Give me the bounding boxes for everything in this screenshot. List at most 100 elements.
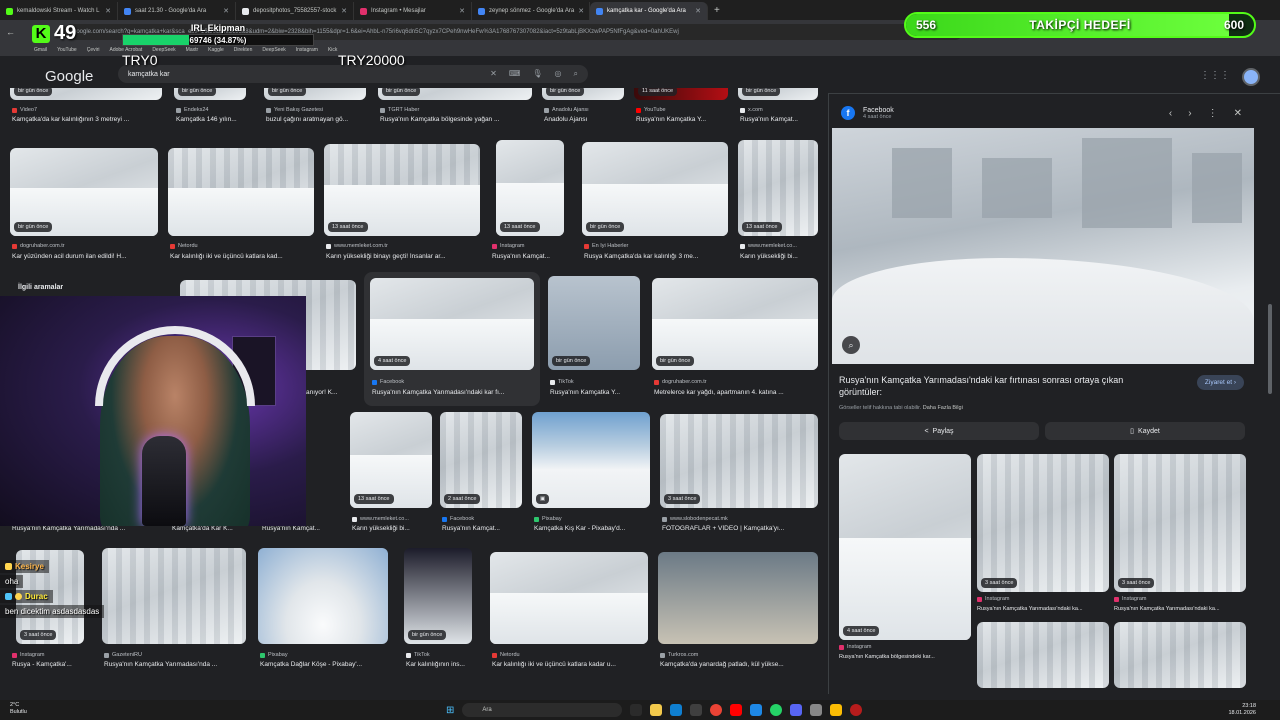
result-image[interactable]: bir gün önce bbox=[738, 88, 818, 100]
chevron-right-icon[interactable]: › bbox=[1188, 108, 1191, 119]
store-icon[interactable] bbox=[690, 704, 703, 716]
close-icon[interactable]: ✕ bbox=[223, 7, 229, 15]
microphone-icon[interactable]: 🎙 bbox=[532, 69, 542, 79]
lens-icon[interactable]: ◎ bbox=[555, 69, 562, 79]
result-title[interactable]: Kar kalınlığının ins... bbox=[406, 661, 476, 668]
close-icon[interactable]: ✕ bbox=[341, 7, 347, 15]
related-image[interactable]: 3 saat önce bbox=[1114, 454, 1246, 592]
close-icon[interactable]: ✕ bbox=[459, 7, 465, 15]
learn-more-link[interactable]: Daha Fazla Bilgi bbox=[923, 405, 963, 411]
result-image[interactable]: 13 saat önce bbox=[324, 144, 480, 236]
google-logo[interactable]: Google bbox=[45, 68, 93, 85]
obs-icon[interactable] bbox=[850, 704, 863, 716]
preview-title[interactable]: Rusya'nın Kamçatka Yarımadası'ndaki kar … bbox=[839, 374, 1159, 398]
chrome-icon[interactable] bbox=[710, 704, 723, 716]
result-image[interactable]: bir gün önce bbox=[582, 142, 728, 236]
result-title[interactable]: Kamçatka Dağlar Köşe - Pixabay'... bbox=[260, 661, 388, 668]
result-title[interactable]: Rusya'nın Kamçatka Y... bbox=[636, 116, 730, 123]
result-title[interactable]: FOTOĞRAFLAR + VİDEO | Kamçatka'yı... bbox=[662, 525, 818, 532]
result-image[interactable]: 2 saat önce bbox=[440, 412, 522, 508]
result-title[interactable]: Rusya'nın Kamçat... bbox=[740, 116, 820, 123]
close-icon[interactable]: ✕ bbox=[105, 7, 111, 15]
edge-icon[interactable] bbox=[670, 704, 683, 716]
app-icon[interactable] bbox=[810, 704, 823, 716]
bookmark-deepseek-2[interactable]: DeepSeek bbox=[262, 47, 285, 53]
page-scrollbar[interactable] bbox=[1260, 94, 1280, 700]
chevron-left-icon[interactable]: ‹ bbox=[1169, 108, 1172, 119]
result-image[interactable] bbox=[258, 548, 388, 644]
tab-google-saat[interactable]: saat 21.30 - Google'da Ara ✕ bbox=[118, 2, 236, 20]
result-title[interactable]: Anadolu Ajansı bbox=[544, 116, 628, 123]
result-title[interactable]: Rusya'nın Kamçatka Yarımadası'nda ... bbox=[12, 525, 164, 532]
related-image[interactable] bbox=[977, 622, 1109, 688]
tab-kick-stream[interactable]: kemaldowski Stream - Watch L ✕ bbox=[0, 2, 118, 20]
result-image[interactable]: bir gün önce bbox=[264, 88, 366, 100]
result-title[interactable]: Rusya'nın Kamçat... bbox=[262, 525, 342, 532]
back-arrow-icon[interactable]: ← bbox=[6, 27, 15, 37]
result-image[interactable]: bir gün önce bbox=[378, 88, 532, 100]
result-image[interactable]: bir gün önce bbox=[652, 278, 818, 370]
result-title[interactable]: Rusya - Kamçatka'... bbox=[12, 661, 92, 668]
search-icon[interactable]: ⌕ bbox=[574, 69, 578, 79]
result-title[interactable]: Rusya'nın Kamçatka Yarımadası'nda ... bbox=[104, 661, 246, 668]
result-image[interactable]: 4 saat önce bbox=[370, 278, 534, 370]
result-title[interactable]: Kamçatka Kış Kar - Pixabay'd... bbox=[534, 525, 652, 532]
related-image[interactable]: 3 saat önce bbox=[977, 454, 1109, 592]
app-icon[interactable] bbox=[750, 704, 763, 716]
result-title[interactable]: Rusya'nın Kamçatka bölgesinde yağan ... bbox=[380, 116, 532, 123]
avatar[interactable] bbox=[1242, 68, 1260, 86]
related-image[interactable]: 4 saat önce bbox=[839, 454, 971, 640]
result-title[interactable]: Karın yüksekliği bi... bbox=[352, 525, 436, 532]
bookmark-youtube[interactable]: YouTube bbox=[57, 47, 77, 53]
taskbar-search[interactable]: Ara bbox=[462, 703, 623, 717]
result-image[interactable]: 3 saat önce bbox=[660, 414, 818, 508]
windows-start-icon[interactable]: ⊞ bbox=[446, 705, 454, 716]
result-title[interactable]: anıyor! K... bbox=[306, 389, 356, 396]
result-title[interactable]: Rusya'nın Kamçatka Y... bbox=[550, 389, 640, 396]
more-vert-icon[interactable]: ⋮ bbox=[1208, 108, 1218, 119]
result-image[interactable]: bir gün önce bbox=[174, 88, 246, 100]
apps-grid-icon[interactable]: ⋮⋮⋮ bbox=[1200, 70, 1230, 81]
result-title[interactable]: Karın yüksekliği bi... bbox=[740, 253, 820, 260]
tab-instagram[interactable]: Instagram • Mesajlar ✕ bbox=[354, 2, 472, 20]
result-title[interactable]: Rusya'nın Kamçat... bbox=[442, 525, 526, 532]
bookmark-kaggle[interactable]: Kaggle bbox=[208, 47, 224, 53]
close-icon[interactable]: ✕ bbox=[1234, 108, 1242, 119]
result-image[interactable]: 11 saat önce bbox=[634, 88, 728, 100]
result-title[interactable]: Rusya Kamçatka'da kar kalınlığı 3 me... bbox=[584, 253, 730, 260]
result-image[interactable]: 13 saat önce bbox=[738, 140, 818, 236]
result-image[interactable] bbox=[490, 552, 648, 644]
result-image[interactable]: ▣ bbox=[532, 412, 650, 508]
keyboard-icon[interactable]: ⌨ bbox=[509, 69, 521, 79]
result-title[interactable]: Kar yüzünden acil durum ilan edildi! H..… bbox=[12, 253, 160, 260]
tab-google-zeynep[interactable]: zeynep sönmez - Google'da Ara ✕ bbox=[472, 2, 590, 20]
result-image[interactable]: bir gün önce bbox=[548, 276, 640, 370]
file-explorer-icon[interactable] bbox=[650, 704, 663, 716]
whatsapp-icon[interactable] bbox=[770, 704, 783, 716]
preview-source[interactable]: Facebook bbox=[863, 107, 894, 114]
bookmark-kick[interactable]: Kick bbox=[328, 47, 337, 53]
save-button[interactable]: ▯ Kaydet bbox=[1045, 422, 1245, 440]
result-title[interactable]: Metrelerce kar yağdı, apartmanın 4. katı… bbox=[654, 389, 818, 396]
discord-icon[interactable] bbox=[790, 704, 803, 716]
bookmark-direkten[interactable]: Direkten bbox=[234, 47, 253, 53]
result-title[interactable]: Kar kalınlığı iki ve üçüncü katlara kad.… bbox=[170, 253, 316, 260]
lens-search-icon[interactable]: ⌕ bbox=[842, 336, 860, 354]
related-image[interactable] bbox=[1114, 622, 1246, 688]
related-title[interactable]: Rusya'nın Kamçatka Yarımadası'ndaki ka..… bbox=[1114, 606, 1246, 612]
visit-button[interactable]: Ziyaret et › bbox=[1196, 375, 1244, 390]
preview-image[interactable]: ⌕ bbox=[832, 128, 1254, 364]
related-title[interactable]: Rusya'nın Kamçatka bölgesindeki kar... bbox=[839, 654, 971, 660]
system-clock[interactable]: 23:18 18.01.2026 bbox=[1228, 703, 1256, 717]
result-title[interactable]: Rusya'nın Kamçatka Yarımadası'ndaki kar … bbox=[372, 389, 532, 396]
tab-google-kamcatka[interactable]: kamçatka kar - Google'da Ara ✕ bbox=[590, 2, 708, 20]
close-icon[interactable]: ✕ bbox=[578, 7, 584, 15]
result-title[interactable]: Kamçatka'da Kar K... bbox=[172, 525, 252, 532]
result-title[interactable]: Kamçatka'da yanardağ patladı, kül yükse.… bbox=[660, 661, 818, 668]
result-image[interactable] bbox=[658, 552, 818, 644]
related-title[interactable]: Rusya'nın Kamçatka Yarımadası'ndaki ka..… bbox=[977, 606, 1109, 612]
result-image[interactable]: bir gün önce bbox=[10, 88, 162, 100]
result-title[interactable]: Rusya'nın Kamçat... bbox=[492, 253, 572, 260]
youtube-icon[interactable] bbox=[730, 704, 743, 716]
result-title[interactable]: Kar kalınlığı iki ve üçüncü katlara kada… bbox=[492, 661, 648, 668]
